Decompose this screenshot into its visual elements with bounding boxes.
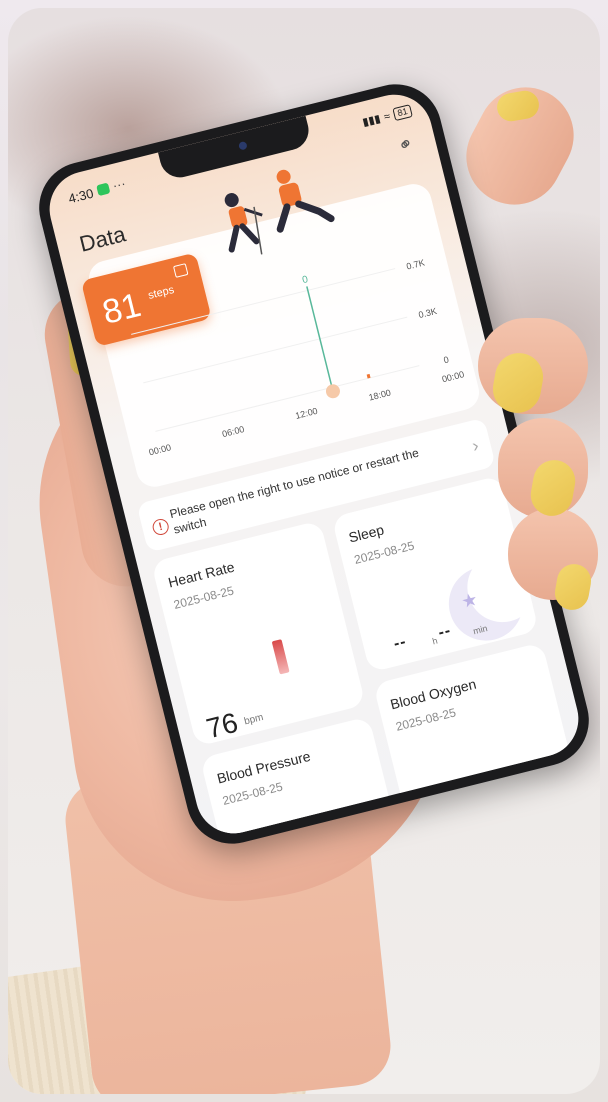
x-tick-label: 06:00 [221,424,245,439]
wechat-icon [96,182,111,197]
status-icons: ▮▮▮ ≈ 81 [361,104,413,129]
x-tick-label: 00:00 [441,369,465,384]
gridline [143,316,408,384]
status-time: 4:30 [66,185,95,207]
sleep-title: Sleep [346,521,386,546]
sleep-hours-unit: h [431,635,439,647]
chevron-right-icon: › [469,434,481,456]
sleep-card[interactable]: Sleep 2025-08-25 ★ -- h -- min [331,475,539,673]
status-more: ··· [110,175,128,194]
wifi-icon: ≈ [382,109,392,124]
sleep-hours: -- [391,633,409,653]
heart-rate-value: 76 [203,706,241,745]
signal-icon: ▮▮▮ [361,112,382,129]
battery-icon: 81 [392,104,413,122]
photo-background: 4:30 ··· ▮▮▮ ≈ 81 ⚭ Data 81 steps 0.7K 0… [8,8,600,1094]
blood-oxygen-date: 2025-08-25 [394,705,458,734]
steps-expand-icon [172,263,189,278]
heart-rate-unit: bpm [243,711,265,728]
link-icon[interactable]: ⚭ [393,132,418,158]
heart-rate-card[interactable]: Heart Rate 2025-08-25 76 bpm [150,520,366,747]
y-tick-label: 0.3K [417,306,437,320]
x-tick-label: 12:00 [294,406,318,421]
blood-oxygen-title: Blood Oxygen [388,675,478,713]
blood-pressure-date: 2025-08-25 [221,779,285,808]
steps-unit: steps [147,283,176,302]
y-tick-label: 0 [443,354,450,365]
y-tick-label: 0.7K [405,257,425,271]
alert-icon: ! [150,517,171,537]
sleep-date: 2025-08-25 [352,538,416,567]
heart-rate-bar [271,639,290,675]
x-tick-label: 00:00 [148,442,172,457]
page-title: Data [76,221,129,257]
x-tick-label: 18:00 [368,387,392,402]
sleep-minutes: -- [436,622,454,642]
heart-rate-date: 2025-08-25 [172,583,236,612]
blood-pressure-title: Blood Pressure [215,747,313,787]
chart-cursor-label: 0 [301,274,309,286]
chart-bar [366,373,371,379]
